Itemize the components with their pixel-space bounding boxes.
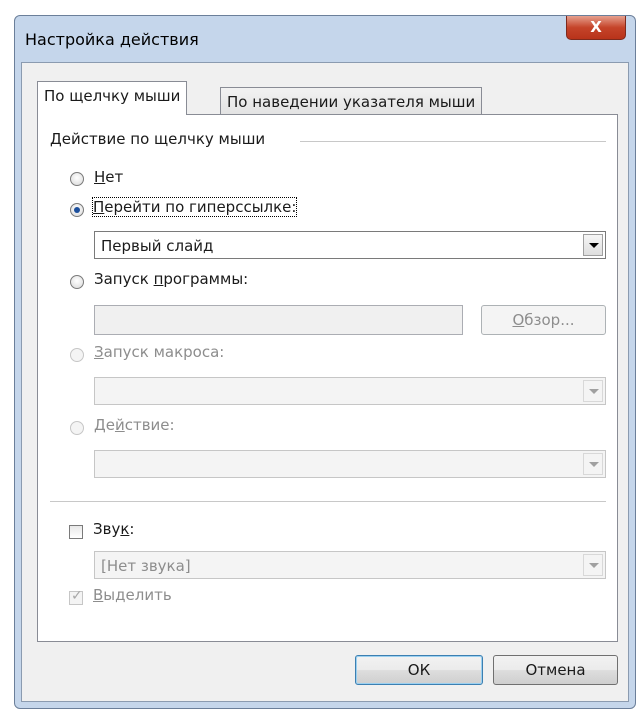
sound-label[interactable]: Звук: — [93, 520, 134, 538]
radio-object-action-label[interactable]: Действие: — [94, 416, 175, 434]
program-path-input[interactable] — [94, 305, 463, 335]
hyperlink-select-value: Первый слайд — [101, 237, 214, 255]
tab-on-hover[interactable]: По наведении указателя мыши — [220, 87, 483, 116]
hyperlink-select[interactable]: Первый слайд — [94, 231, 606, 259]
chevron-down-icon[interactable] — [583, 380, 603, 402]
dialog-window: Настройка действия X По щелчку мыши По н… — [14, 15, 636, 709]
title-bar[interactable]: Настройка действия X — [15, 16, 635, 62]
cancel-button[interactable]: Отмена — [493, 655, 618, 685]
radio-run-macro[interactable] — [70, 348, 84, 362]
radio-none-label[interactable]: Нет — [94, 168, 123, 186]
group-label: Действие по щелчку мыши — [50, 130, 266, 148]
radio-hyperlink-label[interactable]: Перейти по гиперссылке: — [91, 197, 298, 217]
checkmark-icon: ✓ — [71, 588, 83, 604]
radio-object-action[interactable] — [70, 421, 84, 435]
macro-select[interactable] — [94, 377, 606, 405]
tab-panel: Действие по щелчку мыши Нет Перейти по г… — [37, 114, 618, 642]
sound-checkbox[interactable] — [69, 525, 83, 539]
sound-select[interactable]: [Нет звука] — [94, 551, 606, 579]
tab-label: По щелчку мыши — [44, 87, 181, 105]
chevron-down-icon[interactable] — [583, 453, 603, 475]
radio-run-program[interactable] — [70, 275, 84, 289]
action-select[interactable] — [94, 450, 606, 478]
chevron-down-icon[interactable] — [583, 234, 603, 256]
radio-run-program-label[interactable]: Запуск программы: — [94, 270, 248, 288]
radio-hyperlink[interactable] — [70, 203, 84, 217]
close-icon: X — [590, 18, 602, 36]
highlight-label[interactable]: Выделить — [93, 586, 172, 604]
chevron-down-icon[interactable] — [583, 554, 603, 576]
radio-run-macro-label[interactable]: Запуск макроса: — [94, 343, 224, 361]
ok-button[interactable]: ОК — [355, 655, 483, 685]
radio-none[interactable] — [70, 172, 84, 186]
highlight-checkbox[interactable]: ✓ — [69, 588, 83, 605]
group-divider — [300, 141, 606, 142]
separator — [50, 501, 606, 502]
sound-select-value: [Нет звука] — [101, 557, 191, 575]
dialog-title: Настройка действия — [25, 30, 199, 49]
tab-label: По наведении указателя мыши — [227, 93, 476, 111]
tab-on-click[interactable]: По щелчку мыши — [37, 81, 188, 115]
close-button[interactable]: X — [566, 16, 626, 40]
browse-button[interactable]: Обзор... — [481, 305, 606, 335]
dialog-body: По щелчку мыши По наведении указателя мы… — [21, 62, 629, 702]
